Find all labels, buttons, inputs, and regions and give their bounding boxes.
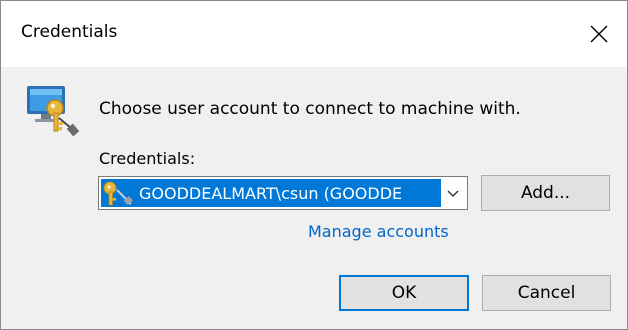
credentials-dialog: Credentials Choose user account to conne xyxy=(0,0,628,330)
close-icon xyxy=(590,25,608,43)
close-button[interactable] xyxy=(571,1,627,67)
computer-key-icon xyxy=(27,86,80,137)
chevron-down-icon[interactable] xyxy=(445,185,461,201)
credentials-label: Credentials: xyxy=(99,149,196,168)
credentials-select[interactable]: GOODDEALMART\csun (GOODDE xyxy=(98,176,468,210)
title-bar: Credentials xyxy=(1,1,627,67)
cancel-button[interactable]: Cancel xyxy=(482,275,611,311)
dialog-title: Credentials xyxy=(21,22,118,42)
dialog-content: Choose user account to connect to machin… xyxy=(1,67,627,329)
credentials-select-value: GOODDEALMART\csun (GOODDE xyxy=(139,183,403,203)
key-icon xyxy=(103,181,133,206)
prompt-text: Choose user account to connect to machin… xyxy=(99,99,521,119)
manage-accounts-link[interactable]: Manage accounts xyxy=(308,222,449,241)
credentials-selected-value: GOODDEALMART\csun (GOODDE xyxy=(101,179,441,207)
ok-button[interactable]: OK xyxy=(339,275,469,311)
add-credentials-button[interactable]: Add... xyxy=(481,175,610,211)
